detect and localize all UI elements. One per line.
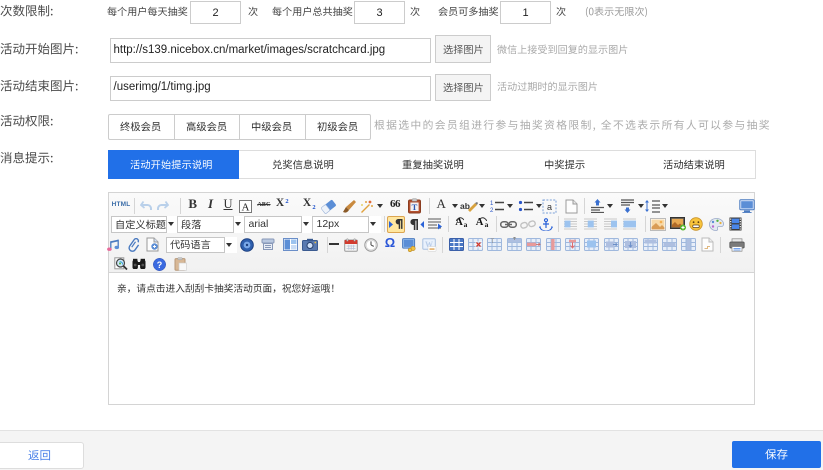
svg-text:2: 2 [490,208,494,213]
svg-text:a: a [547,202,552,212]
svg-text:T: T [491,239,495,245]
svg-text:T: T [412,202,418,212]
svg-text:1: 1 [490,201,494,207]
svg-text:?: ? [156,260,162,270]
